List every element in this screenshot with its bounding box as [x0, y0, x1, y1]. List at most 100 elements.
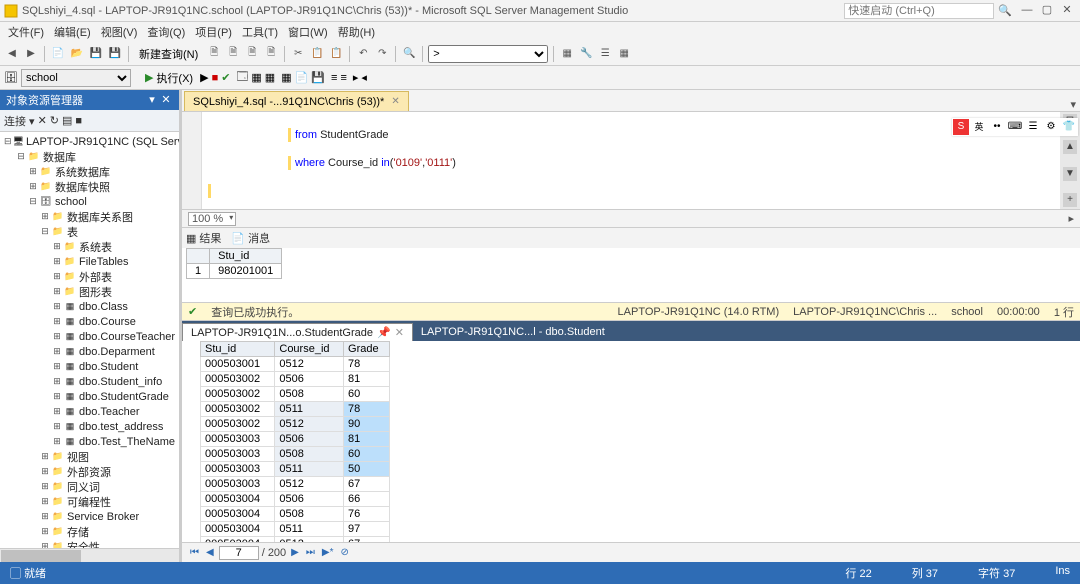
tree-item[interactable]: ⊞▦dbo.Test_TheName — [2, 434, 177, 449]
ime-logo-icon[interactable]: S — [953, 119, 969, 135]
pager-position-input[interactable] — [219, 546, 259, 560]
refresh-icon[interactable]: ↻ — [50, 114, 59, 127]
options2-icon[interactable]: 🔧 — [578, 46, 594, 62]
mode-select[interactable]: > — [428, 45, 548, 63]
execute-button[interactable]: ▶执行(X) — [141, 69, 197, 87]
tree-item[interactable]: ⊞▦dbo.Student — [2, 359, 177, 374]
indent-icon[interactable]: ▸ — [353, 71, 359, 84]
tree-item[interactable]: ⊞📁数据库关系图 — [2, 209, 177, 224]
paste-icon[interactable]: 📋 — [328, 46, 344, 62]
ime-punct-icon[interactable]: •• — [989, 119, 1005, 135]
menu-view[interactable]: 视图(V) — [97, 23, 142, 41]
pin-icon[interactable]: 📌 — [377, 326, 391, 339]
scroll-up-icon[interactable]: ▲ — [1063, 140, 1077, 154]
menu-edit[interactable]: 编辑(E) — [50, 23, 95, 41]
sql-editor[interactable]: from StudentGrade where Course_id in('01… — [182, 112, 1080, 210]
comment-icon[interactable]: ≡ — [331, 72, 337, 84]
uncomment-icon[interactable]: ≡ — [340, 72, 346, 84]
menu-project[interactable]: 项目(P) — [191, 23, 236, 41]
menu-tools[interactable]: 工具(T) — [238, 23, 282, 41]
table-row[interactable]: 000503004050666 — [201, 492, 390, 507]
query-icon[interactable]: 🗎 — [206, 46, 222, 62]
ime-menu-icon[interactable]: ☰ — [1025, 119, 1041, 135]
tab-overflow-icon[interactable]: ▾ — [1066, 98, 1080, 111]
results-grid-icon[interactable]: ▦ — [281, 71, 291, 84]
tree-item[interactable]: ⊞📁视图 — [2, 449, 177, 464]
quick-launch-input[interactable] — [844, 3, 994, 19]
menu-query[interactable]: 查询(Q) — [143, 23, 189, 41]
table-row[interactable]: 000503002050681 — [201, 372, 390, 387]
tree-item[interactable]: ⊞▦dbo.test_address — [2, 419, 177, 434]
ime-toolbar[interactable]: S 英 •• ⌨ ☰ ⚙ 👕 — [952, 118, 1078, 136]
table-row[interactable]: 000503004050876 — [201, 507, 390, 522]
zoom-select[interactable]: 100 % — [188, 212, 236, 226]
tree-item[interactable]: ⊞▦dbo.StudentGrade — [2, 389, 177, 404]
pager-last-icon[interactable]: ⏭ — [304, 547, 317, 558]
close-icon[interactable]: ✕ — [395, 326, 404, 339]
open-icon[interactable]: 📂 — [69, 46, 85, 62]
plan3-icon[interactable]: ▦ — [265, 71, 275, 84]
ime-keyboard-icon[interactable]: ⌨ — [1007, 119, 1023, 135]
results-text-icon[interactable]: 📄 — [295, 71, 309, 84]
pager-first-icon[interactable]: ⏮ — [188, 547, 201, 558]
tree-horizontal-scrollbar[interactable] — [0, 548, 179, 562]
tree-item[interactable]: ⊞📁系统数据库 — [2, 164, 177, 179]
tree-item[interactable]: ⊞▦dbo.Deparment — [2, 344, 177, 359]
minimize-button[interactable]: — — [1018, 3, 1036, 19]
dg-col-grade[interactable]: Grade — [344, 342, 390, 357]
sql-text[interactable]: from StudentGrade where Course_id in('01… — [202, 112, 1060, 209]
script2-icon[interactable]: 🗎 — [244, 46, 260, 62]
stop-icon[interactable]: ■ — [212, 72, 219, 84]
result-col-header[interactable]: Stu_id — [210, 249, 282, 264]
outdent-icon[interactable]: ◂ — [361, 71, 367, 84]
check-icon[interactable]: ✔ — [221, 71, 230, 84]
table-row[interactable]: 000503002051290 — [201, 417, 390, 432]
menu-window[interactable]: 窗口(W) — [284, 23, 332, 41]
table-row[interactable]: 000503004051197 — [201, 522, 390, 537]
debug-icon[interactable]: ▶ — [200, 71, 208, 84]
tree-item[interactable]: ⊞▦dbo.Class — [2, 299, 177, 314]
table-row[interactable]: 000503003051150 — [201, 462, 390, 477]
saveall-icon[interactable]: 💾 — [107, 46, 123, 62]
dg-col-course[interactable]: Course_id — [275, 342, 344, 357]
pager-next-icon[interactable]: ▶ — [289, 547, 301, 558]
result-grid[interactable]: Stu_id 1980201001 — [182, 248, 1080, 303]
table-row[interactable]: 000503002051178 — [201, 402, 390, 417]
connect-button[interactable]: 连接 ▾ — [4, 113, 35, 129]
tree-item[interactable]: ⊟📁数据库 — [2, 149, 177, 164]
ime-user-icon[interactable]: 👕 — [1061, 119, 1077, 135]
tree-item[interactable]: ⊞▦dbo.Course — [2, 314, 177, 329]
tab-messages[interactable]: 📄消息 — [231, 230, 270, 246]
menu-help[interactable]: 帮助(H) — [334, 23, 379, 41]
save-icon[interactable]: 💾 — [88, 46, 104, 62]
pager-prev-icon[interactable]: ◀ — [204, 547, 216, 558]
tree-item[interactable]: ⊞📁数据库快照 — [2, 179, 177, 194]
object-explorer-tree[interactable]: ⊟🖥LAPTOP-JR91Q1NC (SQL Server 14.0⊟📁数据库⊞… — [0, 132, 179, 548]
options1-icon[interactable]: ▦ — [559, 46, 575, 62]
tree-item[interactable]: ⊟🖥LAPTOP-JR91Q1NC (SQL Server 14.0 — [2, 134, 177, 149]
tree-item[interactable]: ⊞📁FileTables — [2, 254, 177, 269]
table-row[interactable]: 000503003050681 — [201, 432, 390, 447]
tab-student[interactable]: LAPTOP-JR91Q1NC...l - dbo.Student — [413, 323, 613, 341]
new-query-button[interactable]: 新建查询(N) — [134, 44, 203, 64]
redo-icon[interactable]: ↷ — [374, 46, 390, 62]
maximize-button[interactable]: ▢ — [1038, 3, 1056, 19]
plan1-icon[interactable]: 🗔 — [236, 68, 248, 87]
data-grid[interactable]: Stu_idCourse_idGrade 0005030010512780005… — [182, 341, 1080, 542]
tree-item[interactable]: ⊞📁外部资源 — [2, 464, 177, 479]
table-row[interactable]: 000503003050860 — [201, 447, 390, 462]
ime-lang-icon[interactable]: 英 — [971, 119, 987, 135]
nav-fwd-icon[interactable]: ▶ — [23, 46, 39, 62]
zoom-right-icon[interactable]: ▸ — [1068, 212, 1074, 225]
tree-item[interactable]: ⊞▦dbo.Student_info — [2, 374, 177, 389]
tree-item[interactable]: ⊞📁系统表 — [2, 239, 177, 254]
menu-file[interactable]: 文件(F) — [4, 23, 48, 41]
tree-item[interactable]: ⊞📁同义词 — [2, 479, 177, 494]
close-tab-icon[interactable]: ✕ — [391, 96, 399, 107]
scroll-down-icon[interactable]: ▼ — [1063, 167, 1077, 181]
tree-item[interactable]: ⊞📁安全性 — [2, 539, 177, 548]
split-down-icon[interactable]: + — [1063, 193, 1077, 207]
cut-icon[interactable]: ✂ — [290, 46, 306, 62]
table-row[interactable]: 000503001051278 — [201, 357, 390, 372]
tree-item[interactable]: ⊞📁存储 — [2, 524, 177, 539]
